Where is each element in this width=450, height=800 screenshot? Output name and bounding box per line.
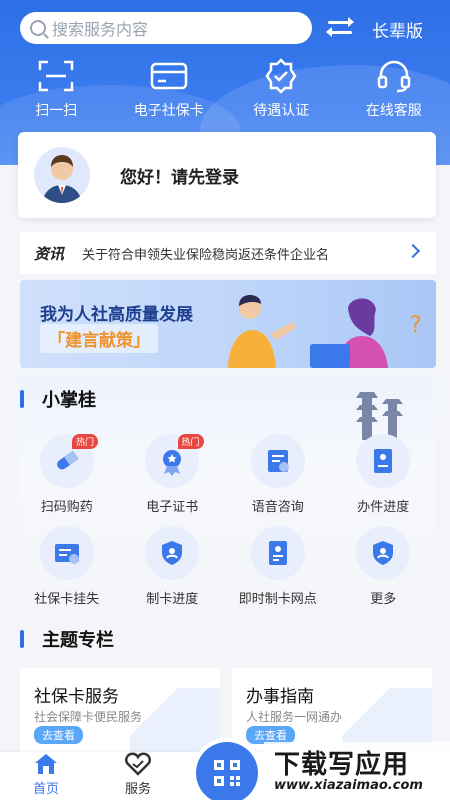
headset-icon — [374, 58, 414, 94]
quick-support-label: 在线客服 — [365, 103, 422, 119]
tab-home-label: 首页 — [32, 782, 59, 797]
section-accent-bar — [20, 390, 24, 408]
card-lost-icon — [39, 526, 94, 580]
service-label: 办件进度 — [357, 500, 410, 515]
progress-doc-icon — [356, 434, 411, 488]
search-input[interactable]: 搜索服务内容 — [20, 12, 312, 44]
login-card[interactable]: 您好！请先登录 — [18, 132, 436, 218]
quick-auth-button[interactable]: 待遇认证 — [225, 58, 338, 120]
topic-card-title: 社保卡服务 — [34, 687, 119, 707]
service-label: 制卡进度 — [146, 592, 199, 607]
badge-check-icon — [261, 58, 301, 94]
watermark-url: www.xiazaimao.com — [274, 778, 423, 793]
watermark-title: 下载写应用 — [274, 750, 410, 780]
scan-icon — [36, 58, 76, 94]
news-tag: 资讯 — [34, 244, 65, 263]
swap-icon[interactable] — [326, 16, 354, 40]
heart-hands-icon — [125, 752, 151, 776]
service-label: 社保卡挂失 — [34, 592, 100, 607]
avatar — [34, 147, 90, 203]
service-card-progress[interactable]: 制卡进度 — [120, 526, 226, 618]
service-voice-consult[interactable]: 语音咨询 — [225, 434, 331, 526]
service-progress[interactable]: 办件进度 — [331, 434, 437, 526]
service-more[interactable]: 更多 — [331, 526, 437, 618]
qr-code-icon — [214, 760, 240, 786]
topic-card-social-card[interactable]: 社保卡服务 社会保障卡便民服务 去查看 — [20, 668, 220, 758]
login-greeting: 您好！请先登录 — [120, 167, 239, 188]
card-decoration — [130, 688, 220, 758]
tab-service[interactable]: 服务 — [108, 752, 168, 797]
card-icon — [149, 58, 189, 94]
quick-scan-button[interactable]: 扫一扫 — [0, 58, 113, 120]
people-illustration: ? — [228, 295, 422, 368]
services-title: 小掌桂 — [42, 390, 96, 411]
topic-card-title: 办事指南 — [246, 687, 314, 707]
service-label: 即时制卡网点 — [238, 592, 317, 607]
quick-scan-label: 扫一扫 — [35, 103, 78, 119]
section-accent-bar — [20, 630, 24, 648]
svg-text:?: ? — [410, 313, 422, 338]
service-scan-medicine[interactable]: 热门 扫码购药 — [14, 434, 120, 526]
quick-support-button[interactable]: 在线客服 — [338, 58, 450, 120]
tab-service-label: 服务 — [124, 782, 151, 797]
watermark: 下载写应用 www.xiazaimao.com — [264, 742, 450, 800]
quick-actions: 扫一扫 电子社保卡 待遇认证 在线客服 — [0, 58, 450, 120]
topic-card-subtitle: 人社服务一网通办 — [246, 710, 343, 724]
elder-mode-button[interactable]: 长辈版 — [372, 17, 423, 42]
search-placeholder: 搜索服务内容 — [52, 20, 149, 39]
topic-card-subtitle: 社会保障卡便民服务 — [34, 710, 143, 724]
promo-banner[interactable]: 我为人社高质量发展 「建言献策」 ? — [20, 280, 436, 368]
services-grid: 热门 扫码购药 热门 电子证书 语音咨询 办件进度 社保卡挂失 制卡进度 即时制… — [14, 434, 436, 618]
service-e-certificate[interactable]: 热门 电子证书 — [120, 434, 226, 526]
quick-card-button[interactable]: 电子社保卡 — [113, 58, 226, 120]
service-label: 语音咨询 — [251, 500, 304, 515]
hot-badge: 热门 — [177, 434, 204, 449]
more-icon — [356, 526, 411, 580]
home-icon — [35, 754, 57, 774]
service-instant-card[interactable]: 即时制卡网点 — [225, 526, 331, 618]
news-ticker[interactable]: 资讯 关于符合申领失业保险稳岗返还条件企业名 — [20, 232, 436, 274]
qr-code-button[interactable] — [196, 742, 258, 800]
card-progress-icon — [145, 526, 200, 580]
service-label: 更多 — [370, 592, 397, 607]
service-label: 扫码购药 — [40, 500, 93, 515]
hot-badge: 热门 — [72, 434, 99, 449]
news-text: 关于符合申领失业保险稳岗返还条件企业名 — [82, 247, 330, 263]
view-button[interactable]: 去查看 — [34, 726, 83, 744]
service-label: 电子证书 — [146, 500, 199, 515]
topics-section-title: 主题专栏 — [20, 626, 114, 652]
topics-title: 主题专栏 — [42, 630, 114, 651]
banner-subtitle: 「建言献策」 — [40, 324, 158, 353]
banner-title: 我为人社高质量发展 — [40, 305, 193, 325]
tab-home[interactable]: 首页 — [16, 752, 76, 797]
chevron-right-icon — [405, 243, 421, 259]
search-icon — [30, 20, 46, 36]
instant-card-icon — [250, 526, 305, 580]
voice-consult-icon — [250, 434, 305, 488]
services-section-title: 小掌桂 — [20, 386, 96, 412]
quick-auth-label: 待遇认证 — [253, 103, 310, 119]
quick-card-label: 电子社保卡 — [133, 103, 204, 119]
service-card-lost[interactable]: 社保卡挂失 — [14, 526, 120, 618]
